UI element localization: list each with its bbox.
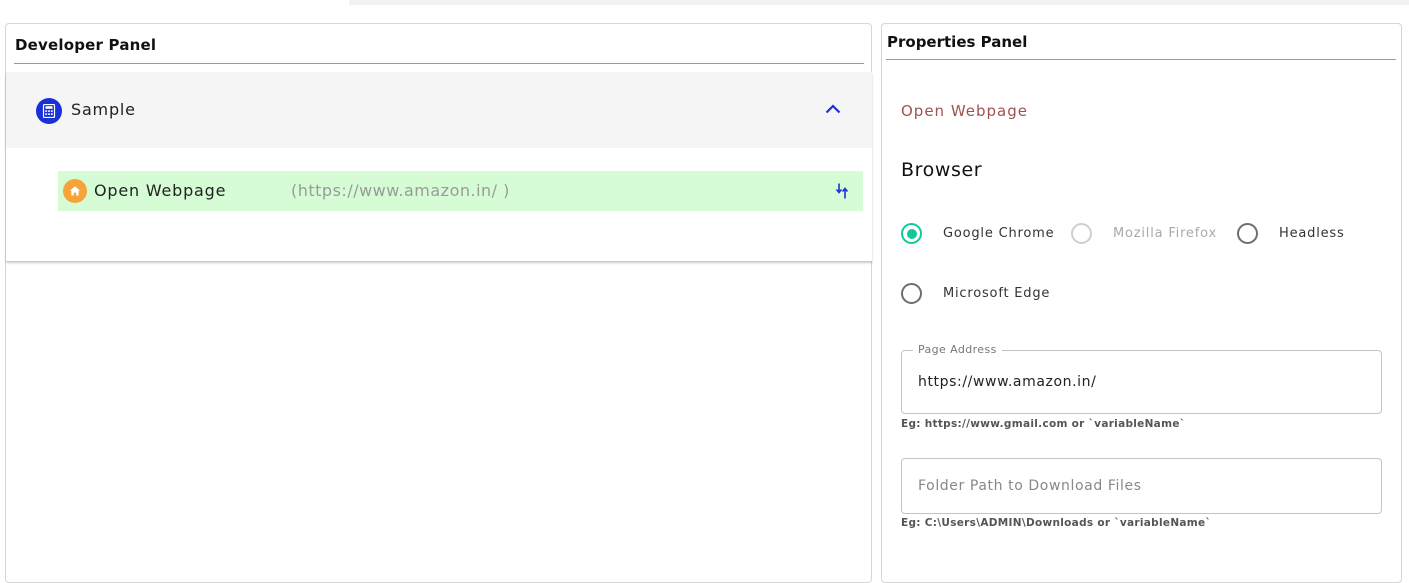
radio-circle: [1071, 223, 1092, 244]
chevron-up-icon[interactable]: [822, 98, 844, 120]
developer-panel-title: Developer Panel: [15, 36, 157, 54]
radio-circle[interactable]: [901, 223, 922, 244]
radio-headless[interactable]: Headless: [1237, 223, 1345, 244]
page-address-field[interactable]: Page Address: [901, 343, 1382, 414]
download-path-input[interactable]: [918, 459, 1371, 513]
radio-circle[interactable]: [1237, 223, 1258, 244]
properties-panel-title: Properties Panel: [887, 33, 1028, 51]
step-url: (https://www.amazon.in/ ): [291, 181, 510, 200]
workflow-card: Sample Open Webpage (https://www.amazon.…: [6, 72, 872, 261]
radio-microsoft-edge[interactable]: Microsoft Edge: [901, 283, 1050, 304]
download-path-helper: Eg: C:\Users\ADMIN\Downloads or `variabl…: [901, 517, 1211, 529]
selected-action-name: Open Webpage: [901, 102, 1028, 120]
reorder-arrows-icon[interactable]: [831, 180, 853, 202]
radio-google-chrome[interactable]: Google Chrome: [901, 223, 1054, 244]
step-label: Open Webpage: [94, 181, 227, 200]
developer-panel: Developer Panel Sample Open Webpage (htt…: [5, 23, 872, 583]
step-open-webpage[interactable]: Open Webpage (https://www.amazon.in/ ): [58, 171, 863, 211]
page-address-helper: Eg: https://www.gmail.com or `variableNa…: [901, 418, 1186, 430]
properties-panel: Properties Panel Open Webpage Browser Go…: [881, 23, 1402, 583]
radio-mozilla-firefox: Mozilla Firefox: [1071, 223, 1217, 244]
radio-label: Headless: [1279, 226, 1345, 241]
radio-label: Mozilla Firefox: [1113, 226, 1217, 241]
calculator-icon: [36, 98, 62, 124]
page-address-input[interactable]: [918, 351, 1371, 413]
home-icon: [63, 179, 87, 203]
top-bar: [349, 0, 1409, 5]
group-label: Sample: [71, 100, 136, 119]
radio-circle[interactable]: [901, 283, 922, 304]
browser-heading: Browser: [901, 159, 983, 181]
title-divider: [886, 59, 1396, 60]
radio-label: Microsoft Edge: [943, 286, 1051, 301]
download-path-field[interactable]: [901, 458, 1382, 514]
radio-label: Google Chrome: [943, 226, 1055, 241]
title-divider: [14, 63, 864, 64]
group-header-sample[interactable]: Sample: [6, 72, 872, 148]
